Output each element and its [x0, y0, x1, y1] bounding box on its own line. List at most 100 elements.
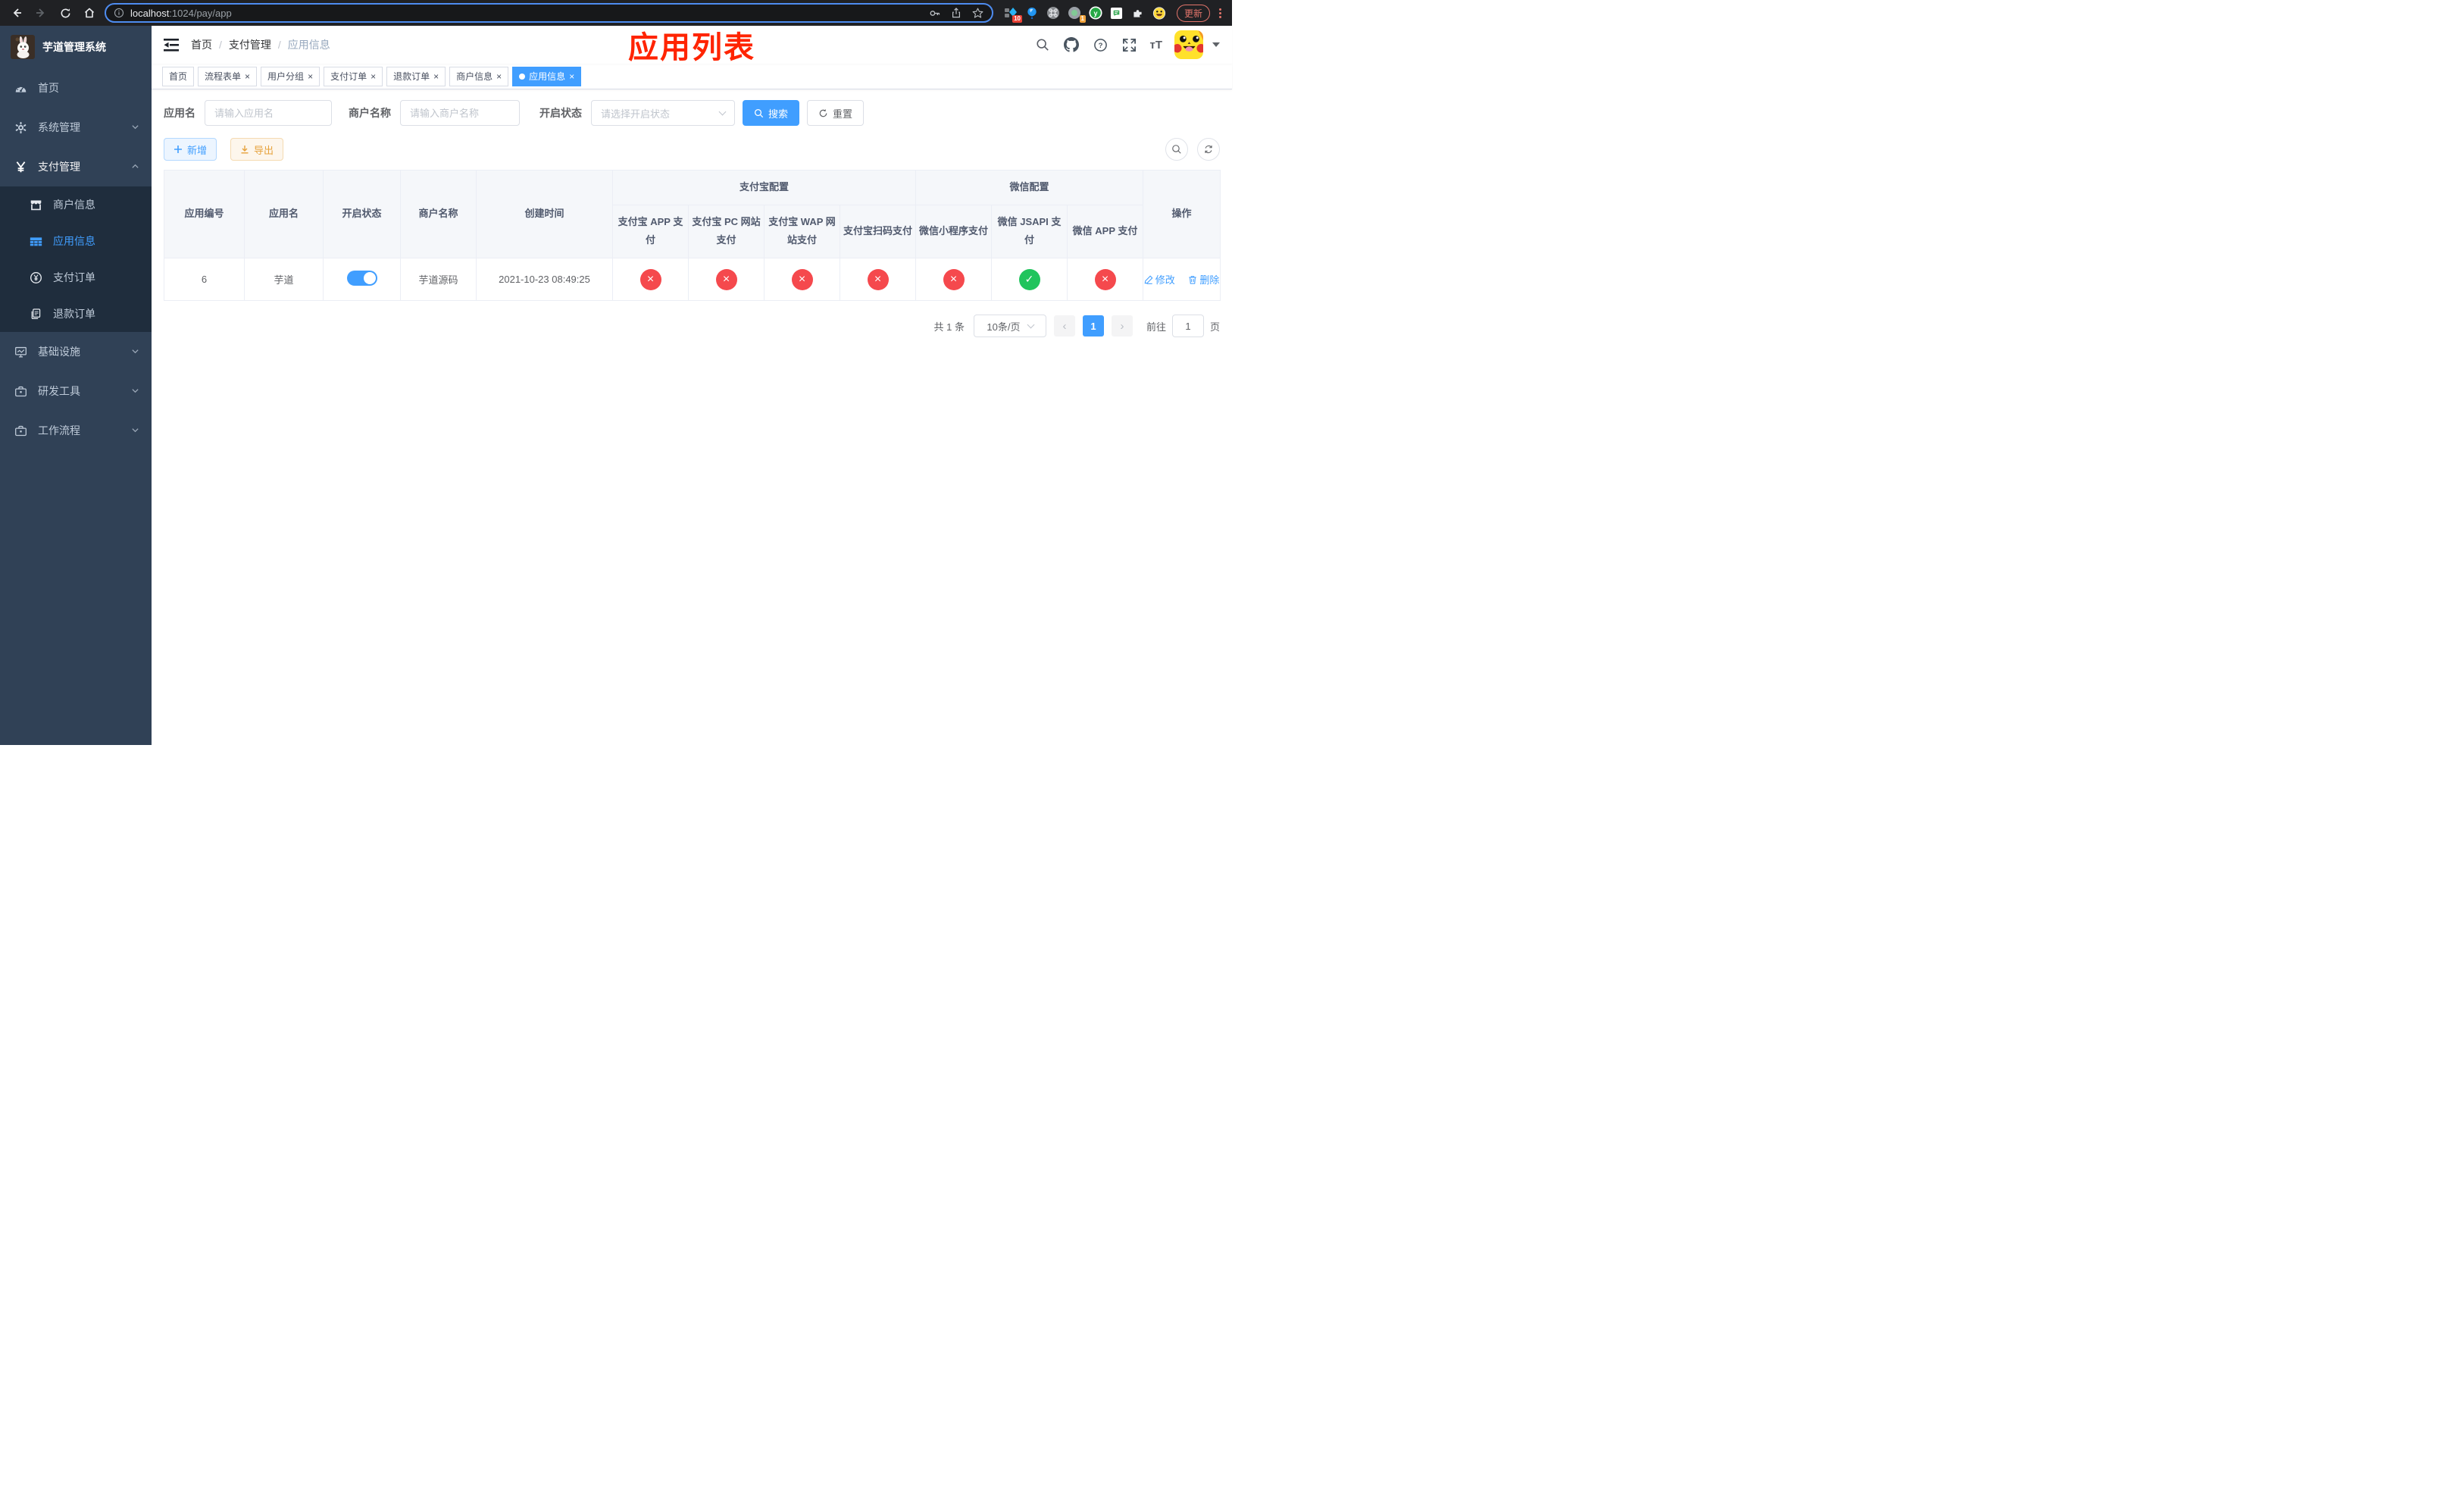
sidebar-item-refund-order[interactable]: 退款订单: [0, 296, 152, 332]
avatar[interactable]: [1174, 30, 1203, 59]
chevron-down-icon: [131, 385, 139, 397]
search-icon[interactable]: [1034, 36, 1051, 53]
reset-button[interactable]: 重置: [807, 100, 865, 126]
avatar-dropdown-caret-icon[interactable]: [1212, 42, 1220, 47]
breadcrumb-payment[interactable]: 支付管理: [229, 37, 271, 52]
font-size-icon[interactable]: тT: [1149, 39, 1162, 52]
sidebar-item-label: 首页: [38, 82, 59, 94]
ext-emoji-icon[interactable]: [1152, 6, 1166, 20]
close-icon[interactable]: [308, 72, 313, 81]
ext-adblock-icon[interactable]: 10: [1004, 6, 1022, 23]
wechat-app-status-icon: [1094, 268, 1116, 290]
enabled-toggle[interactable]: [346, 271, 377, 286]
alipay-qr-status-icon: [867, 268, 889, 290]
github-icon[interactable]: [1063, 36, 1080, 53]
sidebar-item-home[interactable]: 首页: [0, 68, 152, 108]
cell-merchant: 芋道源码: [400, 258, 477, 302]
home-icon[interactable]: [80, 4, 98, 22]
prev-page-button[interactable]: ‹: [1053, 315, 1075, 337]
chevron-down-icon: [1027, 321, 1034, 329]
close-icon[interactable]: [371, 72, 376, 81]
search-icon: [754, 108, 764, 117]
sidebar-item-workflow[interactable]: 工作流程: [0, 411, 152, 450]
breadcrumb-home[interactable]: 首页: [191, 37, 212, 52]
export-button[interactable]: 导出: [230, 138, 284, 161]
tab-app-info[interactable]: 应用信息: [512, 66, 582, 86]
tab-pay-order[interactable]: 支付订单: [324, 66, 383, 86]
status-select[interactable]: 请选择开启状态: [591, 100, 735, 126]
merchant-name-label: 商户名称: [349, 107, 391, 119]
info-icon[interactable]: [114, 8, 124, 18]
edit-button[interactable]: 修改: [1144, 272, 1175, 286]
screen: localhost:1024/pay/app 10 1 y 更新 芋道管理系统 …: [0, 0, 1232, 745]
ext-badge: 1: [1079, 15, 1086, 23]
sidebar-item-pay-order[interactable]: 支付订单: [0, 259, 152, 296]
close-icon[interactable]: [245, 72, 250, 81]
search-button[interactable]: 搜索: [743, 100, 800, 126]
sidebar-item-label: 研发工具: [38, 385, 80, 397]
merchant-name-input[interactable]: [400, 100, 520, 126]
close-icon[interactable]: [569, 72, 574, 81]
search-icon: [1172, 145, 1181, 154]
ext-balloon-icon[interactable]: [1025, 6, 1039, 20]
sidebar-item-dev-tools[interactable]: 研发工具: [0, 371, 152, 411]
sidebar-item-app-info[interactable]: 应用信息: [0, 223, 152, 259]
sidebar-item-payment[interactable]: 支付管理: [0, 147, 152, 186]
sidebar-item-label: 工作流程: [38, 424, 80, 437]
plus-icon: [174, 146, 182, 153]
tab-merchant-info[interactable]: 商户信息: [449, 66, 509, 86]
delete-button[interactable]: 删除: [1188, 272, 1219, 286]
tab-user-group[interactable]: 用户分组: [261, 66, 321, 86]
page-size-select[interactable]: 10条/页: [973, 315, 1046, 338]
password-key-icon[interactable]: [928, 7, 941, 20]
url-text[interactable]: localhost:1024/pay/app: [130, 8, 922, 19]
app-name-input[interactable]: [205, 100, 332, 126]
refresh-icon: [1205, 145, 1212, 154]
help-icon[interactable]: ?: [1092, 36, 1108, 53]
sidebar-item-label: 基础设施: [38, 346, 80, 358]
col-header-app-name: 应用名: [244, 169, 324, 259]
reload-icon[interactable]: [56, 4, 74, 22]
add-button[interactable]: 新增: [164, 138, 217, 161]
close-icon[interactable]: [496, 72, 502, 81]
ext-badge: 10: [1012, 15, 1022, 23]
tags-view-bar: 首页 流程表单 用户分组 支付订单 退款订单 商户信息 应用信息: [152, 64, 1232, 89]
next-page-button[interactable]: ›: [1111, 315, 1133, 337]
app-table: 应用编号 应用名 开启状态 商户名称 创建时间 支付宝配置 微信配置 操作 支付…: [164, 169, 1221, 302]
sidebar-item-merchant-info[interactable]: 商户信息: [0, 186, 152, 223]
sidebar-item-label: 商户信息: [53, 199, 95, 211]
fullscreen-icon[interactable]: [1121, 36, 1137, 53]
toggle-search-button[interactable]: [1165, 138, 1188, 161]
chrome-update-button[interactable]: 更新: [1176, 4, 1210, 22]
goto-page-input[interactable]: [1171, 315, 1204, 338]
ext-command-icon[interactable]: [1046, 6, 1060, 20]
tab-refund-order[interactable]: 退款订单: [386, 66, 446, 86]
back-icon[interactable]: [8, 4, 26, 22]
alipay-app-status-icon: [639, 268, 661, 290]
ext-chat-icon[interactable]: [1110, 6, 1124, 20]
close-icon[interactable]: [433, 72, 439, 81]
chrome-menu-icon[interactable]: [1216, 8, 1224, 18]
ext-puzzle-icon[interactable]: [1131, 6, 1145, 20]
sidebar-item-label: 系统管理: [38, 121, 80, 133]
refresh-table-button[interactable]: [1197, 138, 1220, 161]
url-bar[interactable]: localhost:1024/pay/app: [105, 3, 993, 23]
toolbox-icon: [14, 424, 27, 437]
sidebar-item-system[interactable]: 系统管理: [0, 108, 152, 147]
download-icon: [241, 146, 249, 154]
ext-y-icon[interactable]: y: [1089, 6, 1102, 20]
tab-process-form[interactable]: 流程表单: [198, 66, 258, 86]
share-icon[interactable]: [950, 7, 962, 19]
toolbox-icon: [14, 385, 27, 398]
app-title: 芋道管理系统: [42, 41, 106, 53]
page-number-1[interactable]: 1: [1082, 315, 1104, 337]
sidebar-item-label: 支付订单: [53, 271, 95, 283]
sidebar-collapse-icon[interactable]: [164, 38, 179, 52]
bookmark-star-icon[interactable]: [971, 7, 984, 20]
tab-home[interactable]: 首页: [162, 66, 195, 86]
chevron-down-icon: [131, 121, 139, 133]
sidebar-logo[interactable]: 芋道管理系统: [0, 26, 152, 68]
forward-icon[interactable]: [32, 4, 50, 22]
ext-recorder-icon[interactable]: 1: [1068, 6, 1086, 23]
sidebar-item-infra[interactable]: 基础设施: [0, 332, 152, 371]
